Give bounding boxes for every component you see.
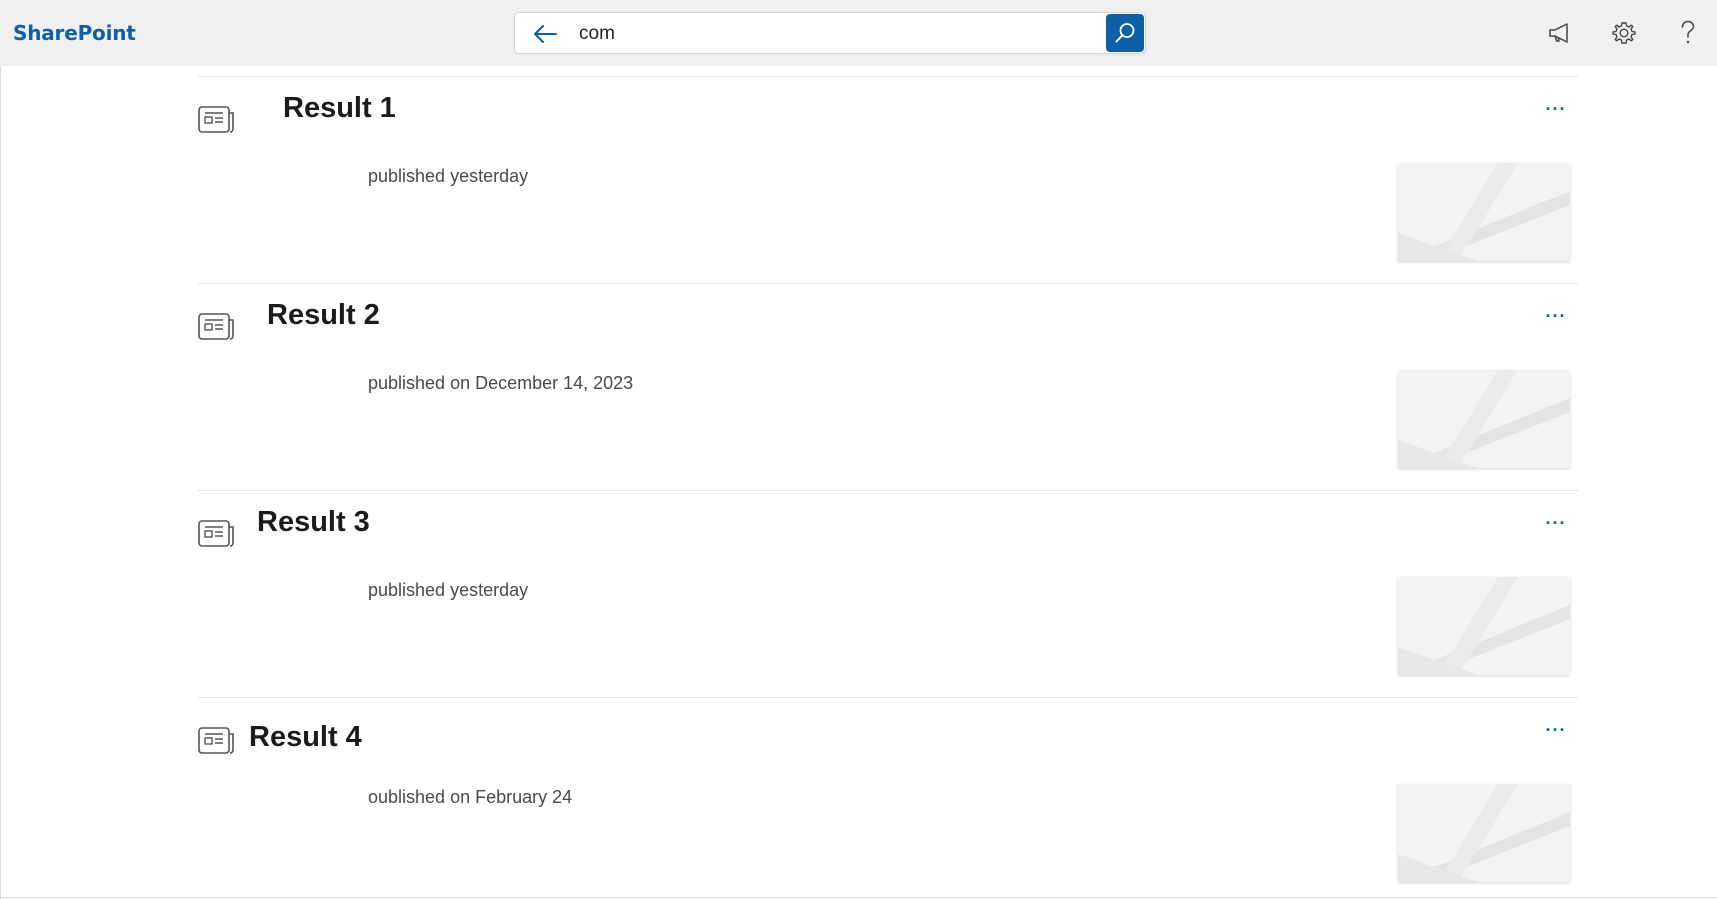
- bottom-border: [0, 897, 1717, 898]
- placeholder-image-icon: [1398, 577, 1570, 675]
- gear-icon: [1612, 22, 1636, 44]
- result-published-date: published yesterday: [368, 166, 529, 186]
- placeholder-image-icon: [1398, 784, 1570, 882]
- result-item[interactable]: Result 3 ··· published yesterday: [198, 490, 1578, 697]
- result-item[interactable]: Result 4 ··· oublished on February 24: [198, 697, 1578, 899]
- sharepoint-search-page: SharePoint com Result 1 ··· published ye…: [0, 0, 1717, 899]
- search-input[interactable]: [579, 20, 1029, 48]
- clipped-description-text: [260, 639, 960, 647]
- result-title[interactable]: Result 1: [283, 91, 396, 125]
- news-page-icon: [198, 520, 234, 547]
- news-page-icon: [198, 106, 234, 133]
- result-title[interactable]: Result 3: [257, 505, 370, 539]
- result-thumbnail[interactable]: [1398, 163, 1570, 261]
- more-options-button[interactable]: ···: [1542, 306, 1570, 326]
- result-title[interactable]: Result 2: [267, 298, 380, 332]
- brand-logo[interactable]: SharePoint: [13, 21, 136, 45]
- search-submit-button[interactable]: [1106, 14, 1144, 52]
- search-box: [514, 12, 1146, 54]
- result-published-date: published on December 14, 2023: [368, 373, 634, 393]
- result-thumbnail[interactable]: [1398, 370, 1570, 468]
- result-title[interactable]: Result 4: [249, 720, 362, 754]
- result-published-date: oublished on February 24: [368, 787, 573, 807]
- question-mark-icon: [1681, 20, 1695, 44]
- announcements-button[interactable]: [1545, 18, 1575, 48]
- search-results-list: Result 1 ··· published yesterday Result: [0, 66, 1717, 899]
- result-thumbnail[interactable]: [1398, 784, 1570, 882]
- search-icon: [1115, 23, 1135, 43]
- settings-button[interactable]: [1609, 18, 1639, 48]
- result-item[interactable]: Result 2 ··· published on December 14, 2…: [198, 283, 1578, 490]
- placeholder-image-icon: [1398, 370, 1570, 468]
- more-options-button[interactable]: ···: [1542, 720, 1570, 740]
- left-border: [0, 66, 1, 899]
- more-options-button[interactable]: ···: [1542, 513, 1570, 533]
- news-page-icon: [198, 727, 234, 754]
- more-options-button[interactable]: ···: [1542, 99, 1570, 119]
- top-bar: SharePoint: [0, 0, 1717, 66]
- news-page-icon: [198, 313, 234, 340]
- arrow-left-icon: [534, 25, 557, 43]
- help-button[interactable]: [1673, 18, 1703, 48]
- placeholder-image-icon: [1398, 163, 1570, 261]
- back-button[interactable]: [531, 21, 559, 47]
- result-item[interactable]: Result 1 ··· published yesterday: [198, 76, 1578, 283]
- megaphone-icon: [1549, 23, 1568, 43]
- result-thumbnail[interactable]: [1398, 577, 1570, 675]
- result-published-date: published yesterday: [368, 580, 529, 600]
